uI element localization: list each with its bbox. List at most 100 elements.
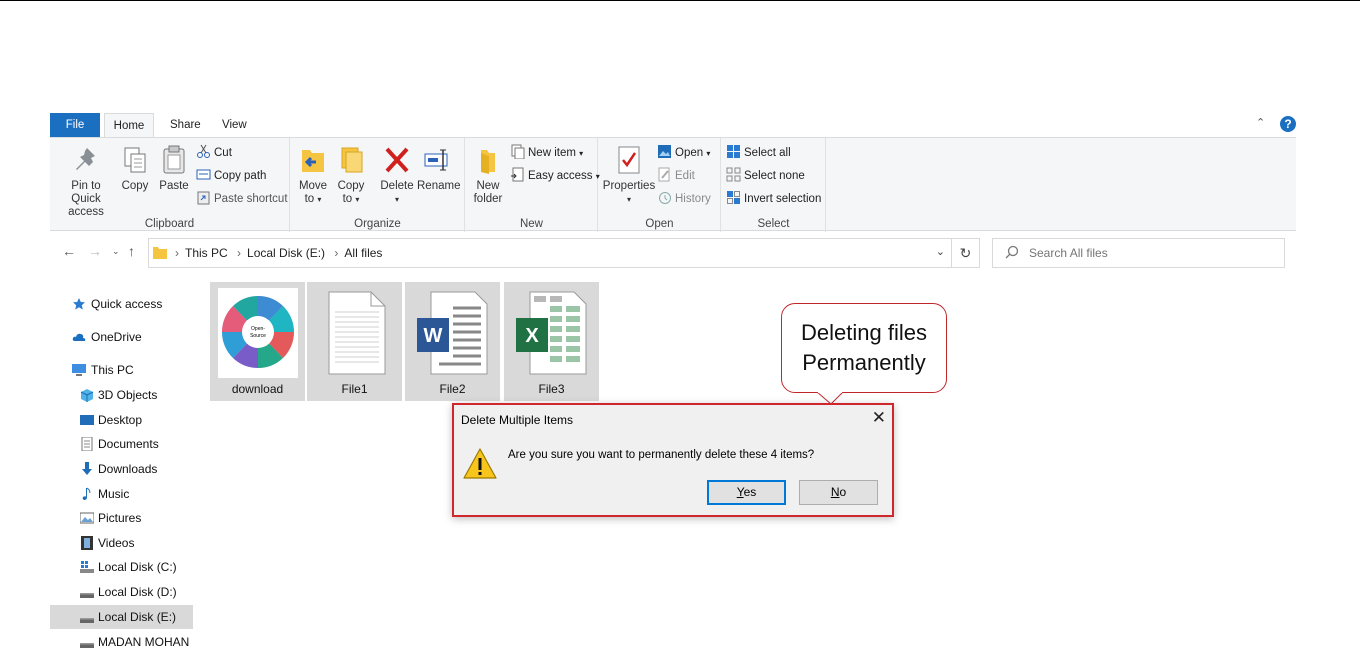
- nav-item-local-disk-d[interactable]: Local Disk (D:): [50, 580, 193, 604]
- open-group-label: Open: [645, 218, 674, 230]
- select-none-button[interactable]: Select none: [726, 167, 805, 185]
- tab-home[interactable]: Home: [104, 113, 154, 137]
- nav-item-documents[interactable]: Documents: [50, 432, 193, 456]
- select-all-button[interactable]: Select all: [726, 144, 791, 162]
- up-arrow-icon[interactable]: ↑: [128, 243, 135, 259]
- file-item-file1[interactable]: File1: [307, 282, 402, 401]
- new-item-button[interactable]: New item ▾: [510, 144, 583, 162]
- easy-access-button[interactable]: Easy access ▾: [510, 167, 600, 185]
- breadcrumb-separator-icon: ›: [334, 246, 339, 260]
- excel-spreadsheet-icon: X: [516, 291, 587, 375]
- desktop-icon: [80, 415, 94, 425]
- invert-selection-button[interactable]: Invert selection: [726, 190, 821, 208]
- move-to-icon: [302, 150, 324, 172]
- thumbnail-text-2: Source: [250, 333, 266, 339]
- help-icon[interactable]: ?: [1280, 116, 1296, 132]
- cut-button[interactable]: Cut: [196, 144, 232, 162]
- delete-button[interactable]: Delete ▾: [379, 144, 415, 206]
- select-all-icon: [727, 145, 740, 158]
- move-to-label-2: to: [304, 193, 315, 205]
- tab-share[interactable]: Share: [158, 113, 213, 137]
- easy-access-label: Easy access: [528, 170, 593, 182]
- yes-button[interactable]: Yes: [707, 480, 786, 505]
- breadcrumb-separator-icon: ›: [237, 246, 242, 260]
- edit-label: Edit: [675, 170, 695, 182]
- move-to-button[interactable]: Move to ▾: [297, 144, 329, 206]
- ribbon-controls: ⌃ ?: [1256, 116, 1296, 134]
- file-item-file2[interactable]: W File2: [405, 282, 500, 401]
- film-icon: [81, 536, 93, 550]
- nav-label: Music: [98, 487, 130, 501]
- breadcrumb-all-files[interactable]: All files: [344, 246, 382, 260]
- back-arrow-icon[interactable]: ←: [62, 243, 76, 259]
- history-button[interactable]: History: [657, 190, 711, 208]
- open-label: Open: [675, 147, 704, 159]
- copy-path-button[interactable]: Copy path: [196, 167, 266, 185]
- nav-item-3d-objects[interactable]: 3D Objects: [50, 383, 193, 407]
- easy-access-icon: [511, 167, 524, 182]
- drive-icon: [80, 593, 94, 598]
- file-name: download: [231, 382, 284, 396]
- nav-item-videos[interactable]: Videos: [50, 531, 193, 555]
- copy-button[interactable]: Copy: [120, 144, 150, 193]
- new-group-label: New: [519, 218, 543, 230]
- forward-arrow-icon[interactable]: →: [88, 243, 102, 259]
- rename-button[interactable]: Rename: [417, 144, 460, 193]
- pin-to-quick-access-button[interactable]: Pin to Quick access: [56, 144, 116, 219]
- close-icon[interactable]: ✕: [872, 408, 886, 428]
- nav-item-local-disk-e[interactable]: Local Disk (E:): [50, 605, 193, 629]
- paste-button[interactable]: Paste: [156, 144, 192, 193]
- new-folder-button[interactable]: New folder: [470, 144, 506, 206]
- edit-button[interactable]: Edit: [657, 167, 695, 185]
- folder-icon: [153, 247, 167, 259]
- dialog-title: Delete Multiple Items: [461, 413, 574, 427]
- breadcrumb-this-pc[interactable]: This PC: [185, 246, 228, 260]
- paste-shortcut-icon: [197, 191, 210, 205]
- properties-button[interactable]: Properties ▾: [601, 144, 657, 206]
- file-item-download[interactable]: Open- Source download: [210, 282, 305, 401]
- search-input[interactable]: [1029, 244, 1269, 262]
- nav-item-pictures[interactable]: Pictures: [50, 506, 193, 530]
- nav-item-madan-mohan[interactable]: MADAN MOHAN (F: [50, 630, 193, 654]
- organize-group-label: Organize: [354, 218, 401, 230]
- ribbon-tabs: File Home Share View ⌃ ?: [50, 113, 1296, 137]
- pin-icon: [76, 148, 95, 170]
- paste-shortcut-button[interactable]: Paste shortcut: [196, 190, 288, 208]
- file-item-file3[interactable]: X File3: [504, 282, 599, 401]
- copy-to-icon: [341, 147, 363, 173]
- nav-item-onedrive[interactable]: OneDrive: [50, 325, 193, 349]
- breadcrumb: › This PC › Local Disk (E:) › All files: [173, 239, 386, 267]
- copy-to-button[interactable]: Copy to ▾: [335, 144, 367, 206]
- no-button[interactable]: No: [799, 480, 878, 505]
- recent-locations-chevron-icon[interactable]: ⌄: [112, 246, 120, 257]
- nav-label: 3D Objects: [98, 388, 158, 402]
- edit-icon: [658, 167, 670, 182]
- breadcrumb-local-disk-e[interactable]: Local Disk (E:): [247, 246, 325, 260]
- new-group: New folder New item ▾ Easy access ▾ New: [466, 138, 600, 232]
- invert-selection-icon: [727, 191, 740, 204]
- nav-label: Documents: [98, 437, 159, 451]
- nav-item-quick-access[interactable]: Quick access: [50, 292, 193, 316]
- nav-item-music[interactable]: Music: [50, 482, 193, 506]
- nav-item-this-pc[interactable]: This PC: [50, 358, 193, 382]
- new-item-icon: [511, 144, 525, 159]
- nav-item-local-disk-c[interactable]: Local Disk (C:): [50, 555, 193, 579]
- tab-file[interactable]: File: [50, 113, 100, 137]
- address-bar[interactable]: › This PC › Local Disk (E:) › All files ⌄ ↻: [148, 238, 980, 268]
- cloud-icon: [72, 333, 86, 341]
- properties-icon: [618, 146, 640, 174]
- address-dropdown-chevron-icon[interactable]: ⌄: [936, 245, 945, 258]
- cut-label: Cut: [214, 147, 232, 159]
- select-group-label: Select: [757, 218, 790, 230]
- word-letter: W: [424, 325, 443, 347]
- tab-view[interactable]: View: [210, 113, 259, 137]
- nav-item-downloads[interactable]: Downloads: [50, 457, 193, 481]
- nav-label: Local Disk (D:): [98, 585, 177, 599]
- nav-item-desktop[interactable]: Desktop: [50, 408, 193, 432]
- drive-icon: [80, 643, 94, 648]
- copy-to-label-2: to: [342, 193, 353, 205]
- collapse-ribbon-icon[interactable]: ⌃: [1256, 116, 1265, 129]
- search-box: [992, 238, 1285, 268]
- open-button[interactable]: Open ▾: [657, 144, 710, 162]
- refresh-icon[interactable]: ↻: [951, 239, 979, 267]
